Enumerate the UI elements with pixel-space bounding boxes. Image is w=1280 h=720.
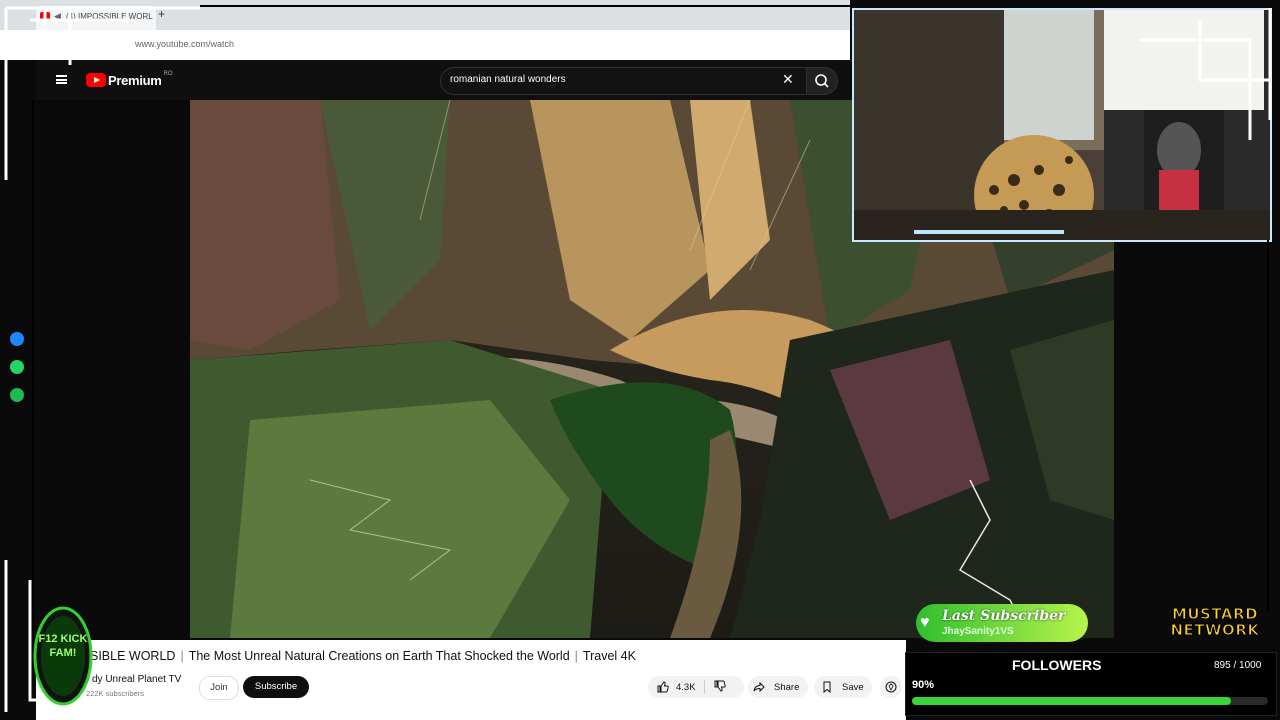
followers-progress-fill [912, 697, 1231, 705]
brand-line-1: MUSTARD [1171, 605, 1259, 623]
mustard-network-logo: MUSTARD NETWORK [1156, 605, 1274, 639]
kick-fam-badge: F12 KICK FAM! [32, 606, 94, 712]
followers-count: 895 / 1000 [1214, 660, 1262, 671]
last-subscriber-name: JhaySanity1VS [942, 626, 1014, 637]
followers-progress-track [912, 697, 1268, 705]
followers-label: FOLLOWERS [1012, 657, 1102, 673]
last-subscriber-widget: ♥ Last Subscriber JhaySanity1VS [916, 604, 1088, 642]
brand-line-2: NETWORK [1170, 621, 1260, 639]
badge-text: F12 KICK FAM! [38, 633, 88, 659]
last-subscriber-title: Last Subscriber [942, 608, 1066, 624]
followers-percent: 90% [912, 679, 935, 691]
heart-icon: ♥ [920, 614, 930, 631]
stream-frame-decoration [4, 5, 1272, 712]
